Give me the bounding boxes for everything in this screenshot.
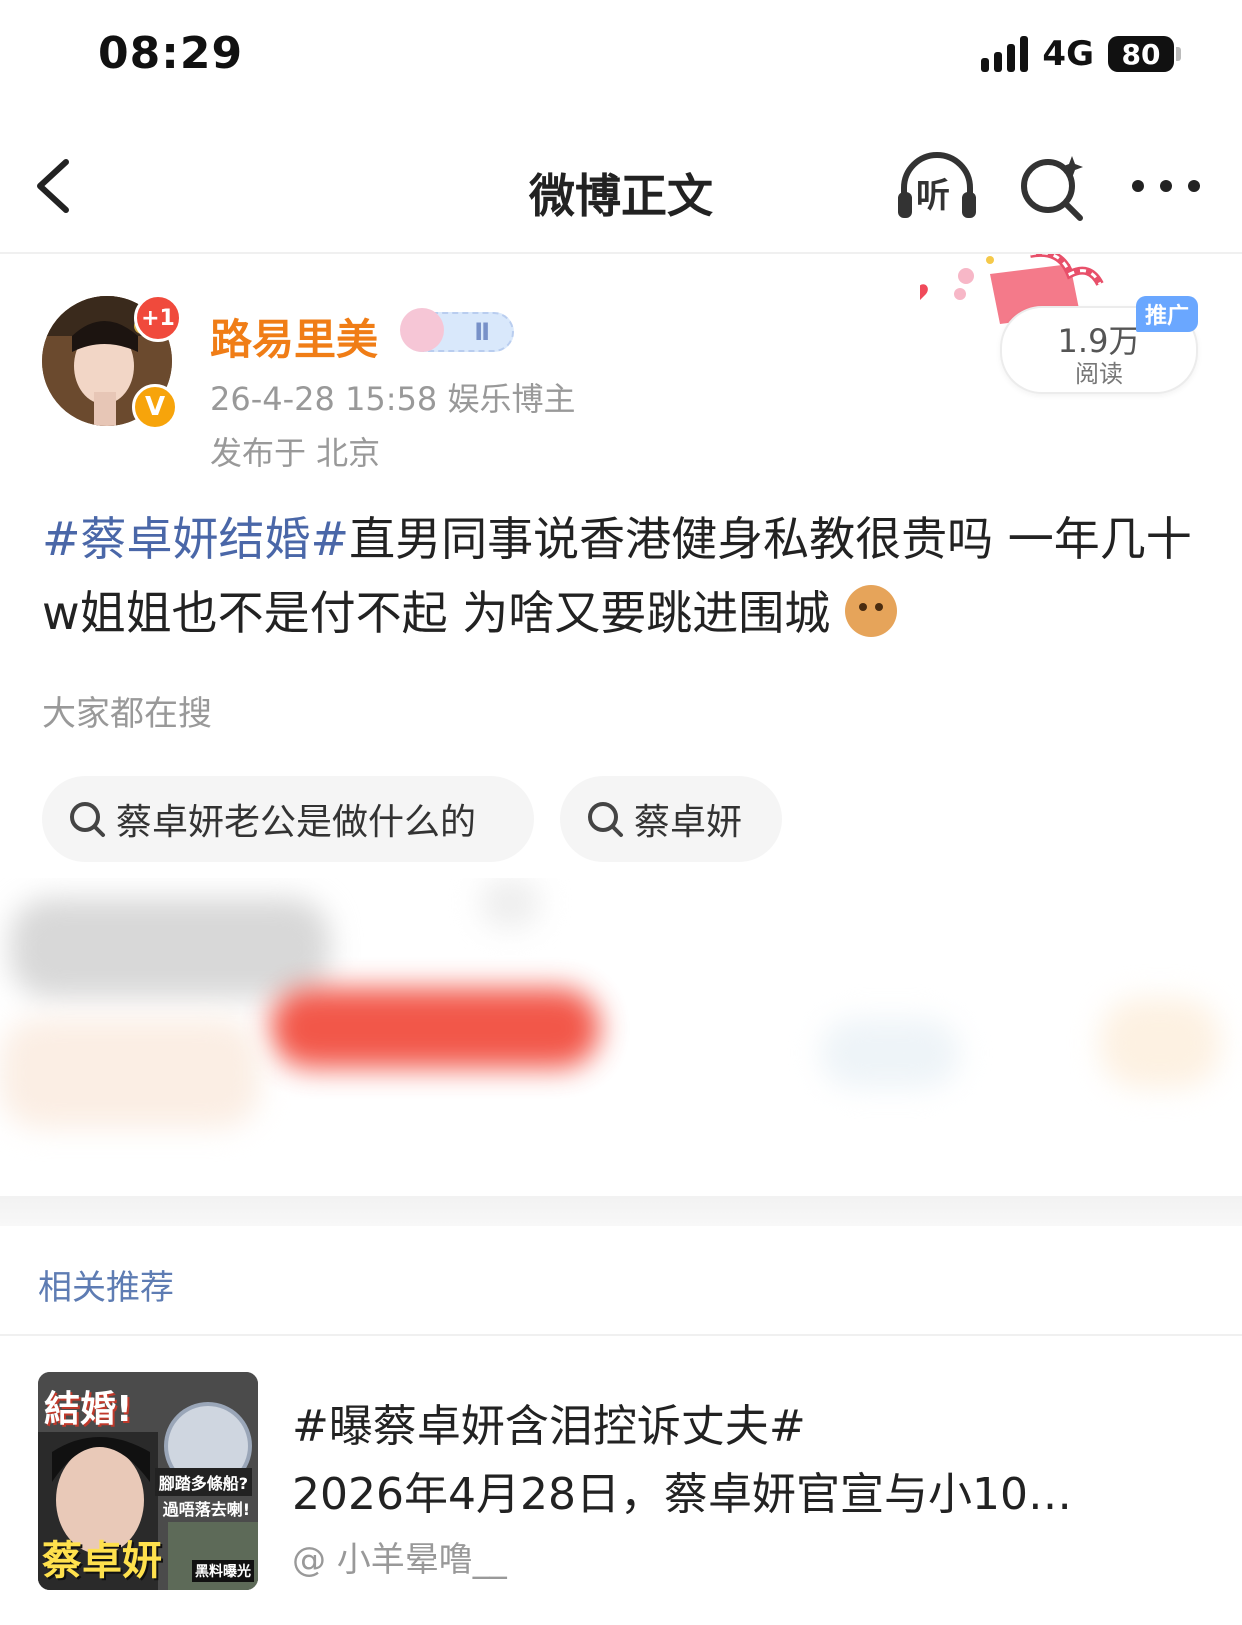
post-meta: 26-4-28 15:58 娱乐博主 xyxy=(210,380,576,418)
thumbnail-title: 結婚! xyxy=(44,1389,133,1430)
blurred-content xyxy=(0,878,1242,1196)
cat-emoji-icon xyxy=(844,585,897,637)
post-location: 发布于 北京 xyxy=(210,434,381,472)
hot-search-text: 蔡卓妍 xyxy=(634,802,743,843)
hot-search-text: 蔡卓妍老公是做什么的 xyxy=(116,802,477,843)
status-time: 08:29 xyxy=(98,28,244,79)
battery-level: 80 xyxy=(1121,37,1161,71)
search-icon xyxy=(70,802,105,837)
verified-badge: V xyxy=(132,384,178,430)
promo-tag[interactable]: 推广 xyxy=(1136,296,1198,332)
hot-search-chip[interactable]: 蔡卓妍老公是做什么的 xyxy=(42,776,534,862)
related-summary[interactable]: 2026年4月28日，蔡卓妍官宣与小10… xyxy=(292,1458,1192,1522)
post-content: #蔡卓妍结婚#直男同事说香港健身私教很贵吗 一年几十w姐姐也不是付不起 为啥又要… xyxy=(42,502,1202,650)
search-button[interactable] xyxy=(1018,152,1088,222)
ai-search-icon xyxy=(1021,156,1083,221)
hot-search-label: 大家都在搜 xyxy=(42,694,212,734)
author-name[interactable]: 路易里美 xyxy=(210,306,378,367)
related-thumbnail[interactable]: 結婚! 腳踏多條船? 過唔落去喇! 蔡卓妍 黑料曝光 xyxy=(38,1372,258,1590)
battery-icon: 80 xyxy=(1108,36,1181,72)
section-separator xyxy=(0,1196,1242,1226)
level-value: Ⅱ xyxy=(474,318,490,346)
status-indicators: 4G 80 xyxy=(981,34,1181,74)
thumbnail-caption: 過唔落去喇! xyxy=(162,1500,250,1519)
signal-icon xyxy=(981,36,1029,72)
plus-one-badge: +1 xyxy=(134,294,182,342)
network-type: 4G xyxy=(1042,34,1094,74)
related-author[interactable]: @ 小羊晕噜__ xyxy=(292,1532,507,1581)
thumbnail-name: 蔡卓妍 xyxy=(42,1538,162,1584)
more-button[interactable] xyxy=(1128,166,1204,206)
more-dots-icon xyxy=(1132,180,1200,192)
related-title: 相关推荐 xyxy=(38,1268,174,1308)
level-badge: Ⅱ xyxy=(400,308,514,352)
listen-button[interactable]: 听 xyxy=(896,148,978,222)
related-headline[interactable]: #曝蔡卓妍含泪控诉丈夫# xyxy=(292,1390,806,1454)
thumbnail-tag: 黑料曝光 xyxy=(192,1560,254,1582)
search-icon xyxy=(588,802,623,837)
post-hashtag[interactable]: #蔡卓妍结婚# xyxy=(42,512,349,566)
thumbnail-caption: 腳踏多條船? xyxy=(154,1468,252,1496)
hot-search-chip[interactable]: 蔡卓妍 xyxy=(560,776,782,862)
nav-bar: 微博正文 听 xyxy=(0,120,1242,254)
divider xyxy=(0,1334,1242,1336)
listen-label: 听 xyxy=(916,176,950,216)
pig-badge-icon xyxy=(400,308,444,352)
read-label: 阅读 xyxy=(1075,360,1123,388)
